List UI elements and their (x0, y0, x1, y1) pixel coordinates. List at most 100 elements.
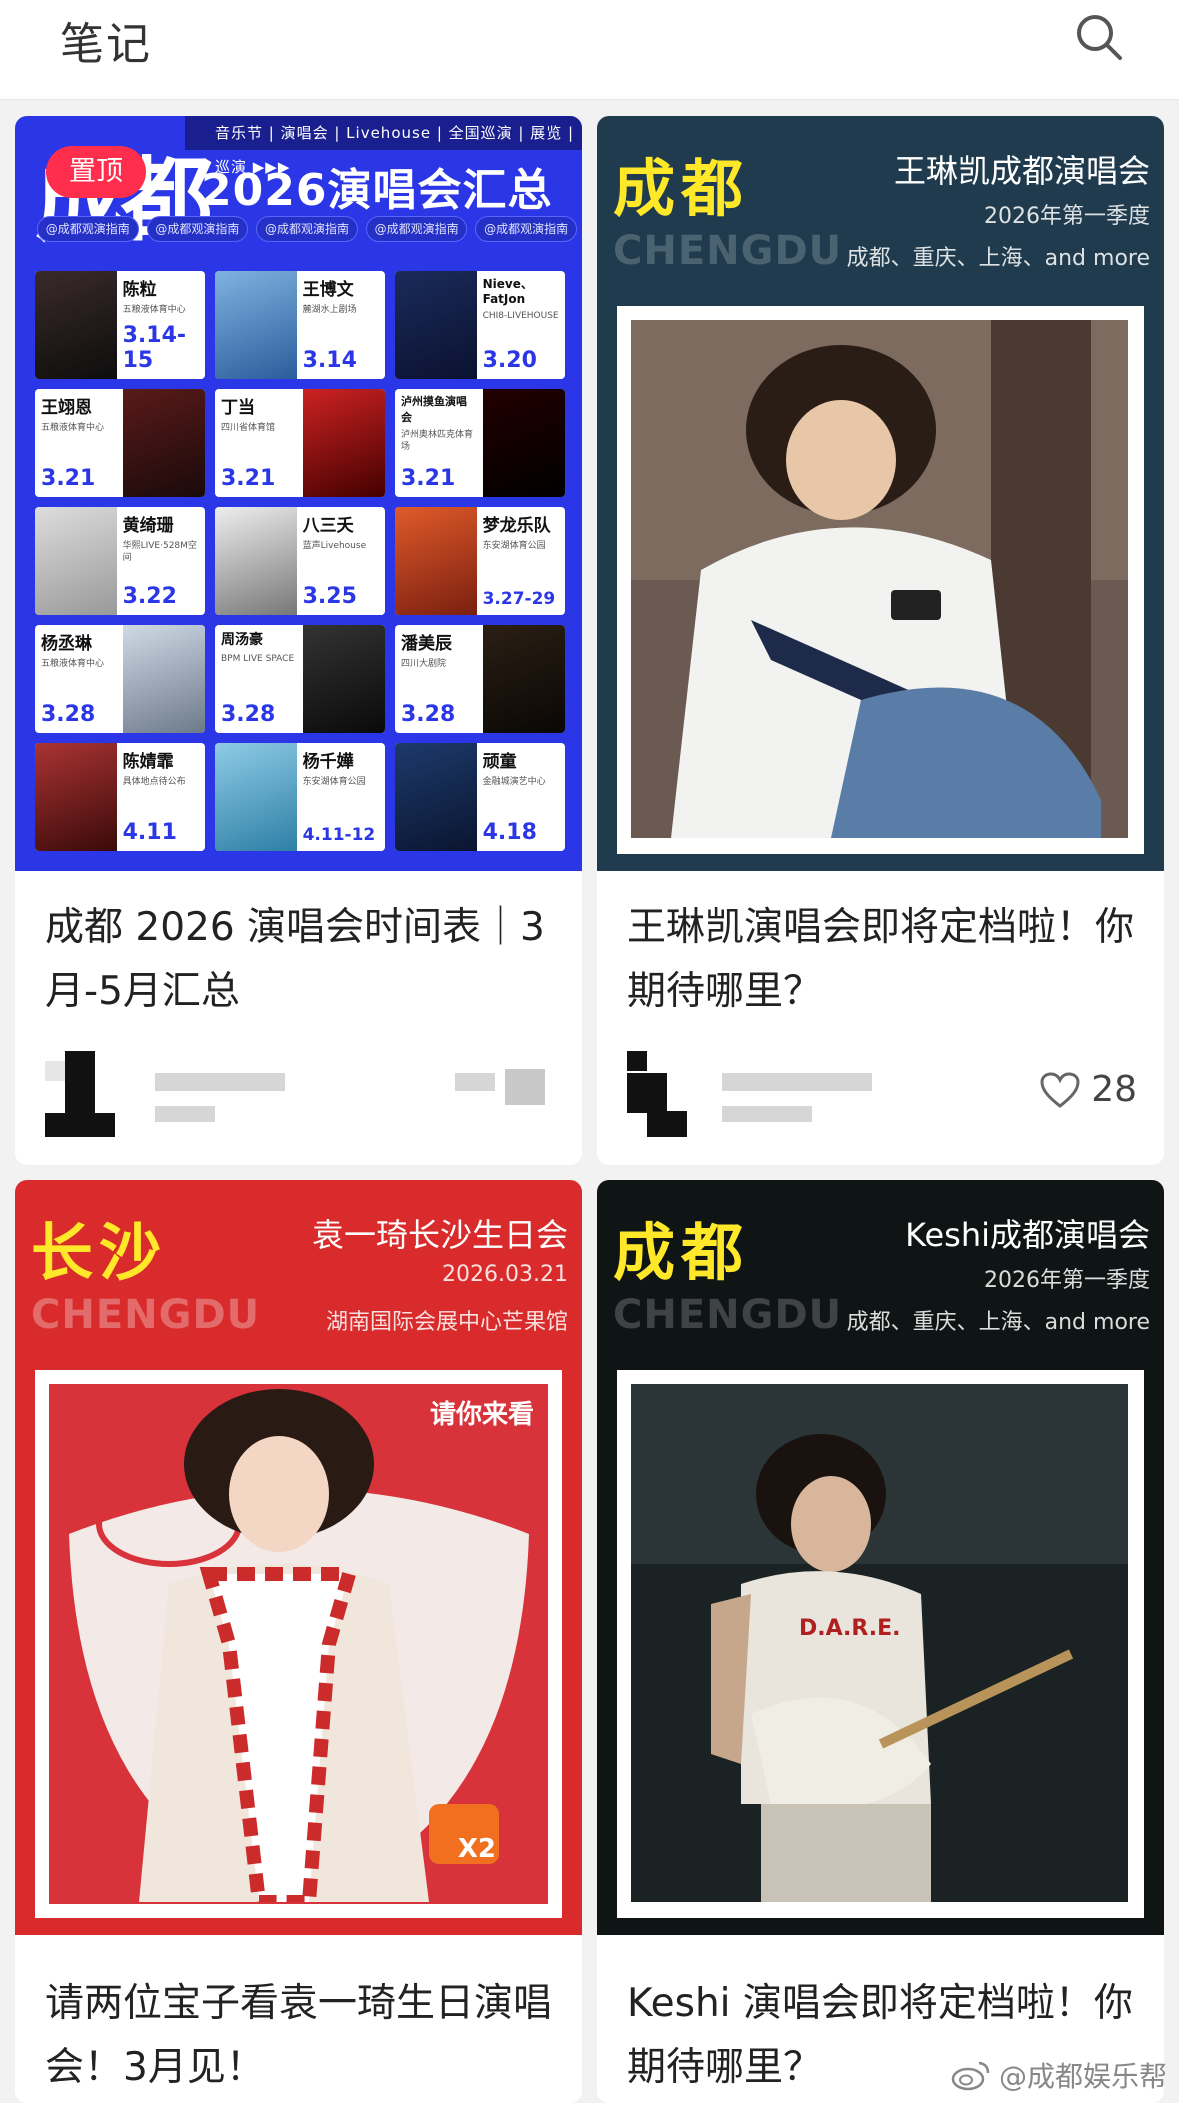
author-name (155, 1073, 285, 1091)
avatar[interactable] (627, 1051, 697, 1137)
poster-handle: @成都观演指南 (37, 216, 139, 242)
concert-tile: 梦龙乐队 东安湖体育公园 3.27-29 (395, 507, 565, 615)
concert-date: 3.14-15 (122, 323, 187, 373)
like-button[interactable]: 28 (1039, 1069, 1137, 1110)
poster-handle: @成都观演指南 (146, 216, 249, 242)
note-card[interactable]: 成都 CHENGDU 王琳凯成都演唱会 2026年第一季度 成都、重庆、上海、a… (597, 116, 1164, 1165)
artist-photo (215, 743, 297, 851)
note-cover-image[interactable]: 长沙 CHENGDU 袁一琦长沙生日会 2026.03.21 湖南国际会展中心芒… (15, 1180, 582, 1935)
concert-tile: 陈婧霏 具体地点待公布 4.11 (35, 743, 205, 851)
concert-date: 4.11 (122, 820, 177, 845)
poster-subtitle: 2026年第一季度 (984, 204, 1150, 229)
tile-info: 陈粒 五粮液体育中心 3.14-15 (117, 271, 205, 379)
artist-photo (123, 625, 205, 733)
tile-info: 泸州摸鱼演唱会 泸州奥林匹克体育场 3.21 (395, 389, 483, 497)
watermark-text: @成都娱乐帮 (998, 2060, 1167, 2093)
poster-city: 成都 (613, 1216, 750, 1289)
concert-date: 3.21 (221, 466, 276, 491)
poster-title: 袁一琦长沙生日会 (311, 1216, 568, 1254)
venue: 东安湖体育公园 (302, 777, 366, 787)
concert-date: 3.28 (221, 702, 276, 727)
author-name (722, 1073, 872, 1091)
author-name (155, 1106, 215, 1122)
photo-frame (617, 306, 1144, 854)
venue: 东安湖体育公园 (482, 541, 546, 551)
tile-info: 周汤豪 BPM LIVE SPACE 3.28 (215, 625, 303, 733)
author-row[interactable]: 28 (627, 1051, 1137, 1141)
heart-icon (1040, 1071, 1080, 1108)
artist-photo (483, 625, 565, 733)
note-cover-image[interactable]: 成都 CHENGDU 王琳凯成都演唱会 2026年第一季度 成都、重庆、上海、a… (597, 116, 1164, 871)
venue: 金融城演艺中心 (482, 777, 546, 787)
artist-name: 杨丞琳 (41, 634, 92, 654)
tile-info: 梦龙乐队 东安湖体育公园 3.27-29 (477, 507, 565, 615)
tile-info: 八三夭 蓝声Livehouse 3.25 (297, 507, 385, 615)
note-card[interactable]: 成都 CHENGDU Keshi成都演唱会 2026年第一季度 成都、重庆、上海… (597, 1180, 1164, 2103)
poster-city: 长沙 (31, 1216, 168, 1289)
artist-photo (631, 320, 1130, 840)
artist-name: 陈粒 (122, 280, 157, 300)
venue: 四川大剧院 (401, 659, 447, 669)
weibo-icon (951, 2061, 990, 2091)
avatar[interactable] (45, 1051, 115, 1137)
artist-photo: D.A.R.E. (631, 1384, 1130, 1904)
note-title[interactable]: 请两位宝子看袁一琦生日演唱会！3月见！ (45, 1972, 555, 2100)
artist-photo (303, 389, 385, 497)
like-count: 28 (1091, 1069, 1137, 1110)
note-cover-image[interactable]: 成都 CHENGDU Keshi成都演唱会 2026年第一季度 成都、重庆、上海… (597, 1180, 1164, 1935)
concert-tile: 陈粒 五粮液体育中心 3.14-15 (35, 271, 205, 379)
concert-date: 3.14 (302, 348, 357, 373)
author-row[interactable] (45, 1051, 555, 1141)
artist-photo (395, 507, 477, 615)
poster-band: 音乐节 | 演唱会 | Livehouse | 全国巡演 | 展览 | 巡演 ▶… (185, 116, 582, 176)
concert-tile: Nieve、FatJon CHI8-LIVEHOUSE 3.20 (395, 271, 565, 379)
poster-date: 2026.03.21 (442, 1262, 568, 1287)
concert-date: 4.18 (482, 820, 537, 845)
poster-handle: @成都观演指南 (256, 216, 358, 242)
poster-cities: 成都、重庆、上海、and more (846, 1310, 1150, 1335)
tile-info: 王翊恩 五粮液体育中心 3.21 (35, 389, 123, 497)
concert-date: 3.22 (122, 584, 177, 609)
invite-text: 请你来看 (429, 1400, 534, 1430)
concert-date: 3.25 (302, 584, 357, 609)
ticket-count-badge: X2 (457, 1834, 496, 1864)
note-title[interactable]: 王琳凯演唱会即将定档啦！你期待哪里？ (627, 896, 1137, 1024)
tile-info: 杨千嬅 东安湖体育公园 4.11-12 (297, 743, 385, 851)
poster-title: Keshi成都演唱会 (905, 1216, 1150, 1254)
concert-date: 3.28 (41, 702, 96, 727)
artist-name: 杨千嬅 (302, 752, 354, 772)
poster-subtitle: 2026年第一季度 (984, 1268, 1150, 1293)
artist-name: 丁当 (221, 398, 255, 418)
photo-frame: D.A.R.E. (617, 1370, 1144, 1918)
poster-handle: @成都观演指南 (365, 216, 468, 242)
artist-photo (303, 625, 385, 733)
note-cover-image[interactable]: 音乐节 | 演唱会 | Livehouse | 全国巡演 | 展览 | 巡演 ▶… (15, 116, 582, 871)
tile-info: 黄绮珊 华熙LIVE·528M空间 3.22 (117, 507, 205, 615)
artist-name: 黄绮珊 (122, 516, 174, 536)
artist-photo (35, 507, 117, 615)
concert-tile: 周汤豪 BPM LIVE SPACE 3.28 (215, 625, 385, 733)
search-icon[interactable] (1074, 12, 1124, 62)
tile-info: 陈婧霏 具体地点待公布 4.11 (117, 743, 205, 851)
concert-date: 3.21 (401, 466, 456, 491)
poster-headline: 2026演唱会汇总 (201, 165, 553, 216)
artist-name: 王翊恩 (41, 398, 93, 418)
artist-photo (123, 389, 205, 497)
tile-info: 丁当四川省体育馆 3.21 (215, 389, 303, 497)
venue: 五粮液体育中心 (41, 659, 105, 669)
note-card[interactable]: 长沙 CHENGDU 袁一琦长沙生日会 2026.03.21 湖南国际会展中心芒… (15, 1180, 582, 2103)
venue: 泸州奥林匹克体育场 (401, 430, 474, 452)
venue: 麓湖水上剧场 (302, 305, 357, 315)
concert-grid: 陈粒 五粮液体育中心 3.14-15 王博文 麓湖水上剧场 3.14 Nieve、Fat… (35, 271, 565, 851)
author-name (722, 1106, 812, 1122)
poster-handle: @成都观演指南 (475, 216, 577, 242)
concert-date: 3.27-29 (482, 589, 556, 609)
poster-cities: 成都、重庆、上海、and more (846, 246, 1150, 271)
venue: 四川省体育馆 (221, 423, 276, 433)
note-card[interactable]: 音乐节 | 演唱会 | Livehouse | 全国巡演 | 展览 | 巡演 ▶… (15, 116, 582, 1165)
note-title[interactable]: 成都 2026 演唱会时间表｜3月-5月汇总 (45, 896, 555, 1024)
artist-photo (35, 271, 117, 379)
redacted-meta (505, 1069, 545, 1105)
artist-name: 八三夭 (302, 516, 354, 536)
page-title: 笔记 (60, 19, 152, 70)
